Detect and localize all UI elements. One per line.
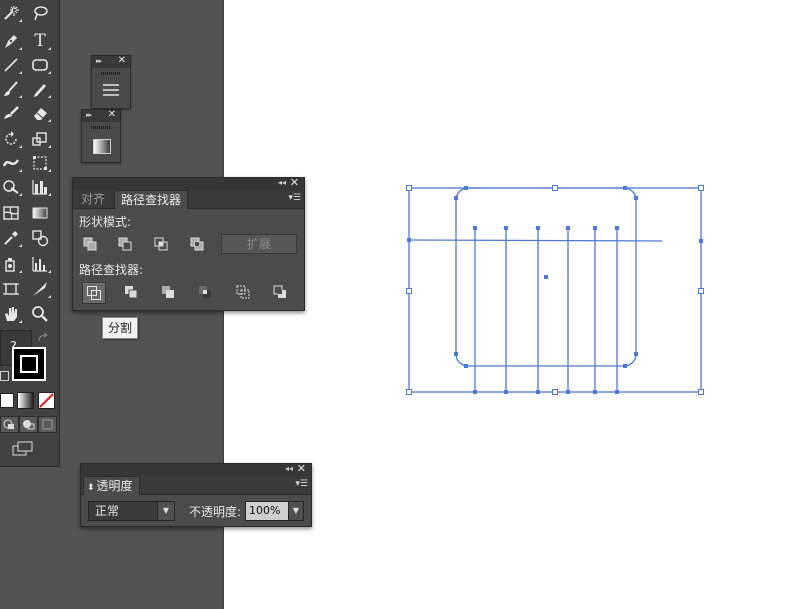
- anchor-point[interactable]: [454, 196, 458, 200]
- anchor-point[interactable]: [504, 226, 508, 230]
- artboard-canvas[interactable]: [0, 0, 806, 609]
- anchor-point[interactable]: [623, 186, 627, 190]
- handle-top-left[interactable]: [406, 185, 412, 191]
- anchor-point[interactable]: [536, 390, 540, 394]
- anchor-point[interactable]: [407, 238, 411, 242]
- anchor-point[interactable]: [473, 390, 477, 394]
- anchor-point[interactable]: [699, 239, 703, 243]
- handle-top-center[interactable]: [552, 185, 558, 191]
- handle-bottom-right[interactable]: [698, 389, 704, 395]
- bounding-box: [408, 187, 702, 393]
- anchor-point[interactable]: [504, 390, 508, 394]
- anchor-point[interactable]: [615, 390, 619, 394]
- anchor-point[interactable]: [615, 226, 619, 230]
- handle-middle-left[interactable]: [406, 288, 412, 294]
- handle-bottom-center[interactable]: [552, 389, 558, 395]
- anchor-point[interactable]: [566, 226, 570, 230]
- anchor-point[interactable]: [634, 196, 638, 200]
- handle-middle-right[interactable]: [698, 288, 704, 294]
- handle-top-right[interactable]: [698, 185, 704, 191]
- anchor-point[interactable]: [623, 364, 627, 368]
- anchor-point[interactable]: [454, 352, 458, 356]
- anchor-point[interactable]: [593, 226, 597, 230]
- anchor-point[interactable]: [473, 226, 477, 230]
- anchor-point[interactable]: [566, 390, 570, 394]
- anchor-point[interactable]: [634, 352, 638, 356]
- anchor-point[interactable]: [464, 364, 468, 368]
- anchor-point[interactable]: [464, 186, 468, 190]
- anchor-point[interactable]: [593, 390, 597, 394]
- handle-bottom-left[interactable]: [406, 389, 412, 395]
- center-point: [544, 275, 548, 279]
- anchor-point[interactable]: [536, 226, 540, 230]
- horizontal-guide-line[interactable]: [408, 239, 663, 242]
